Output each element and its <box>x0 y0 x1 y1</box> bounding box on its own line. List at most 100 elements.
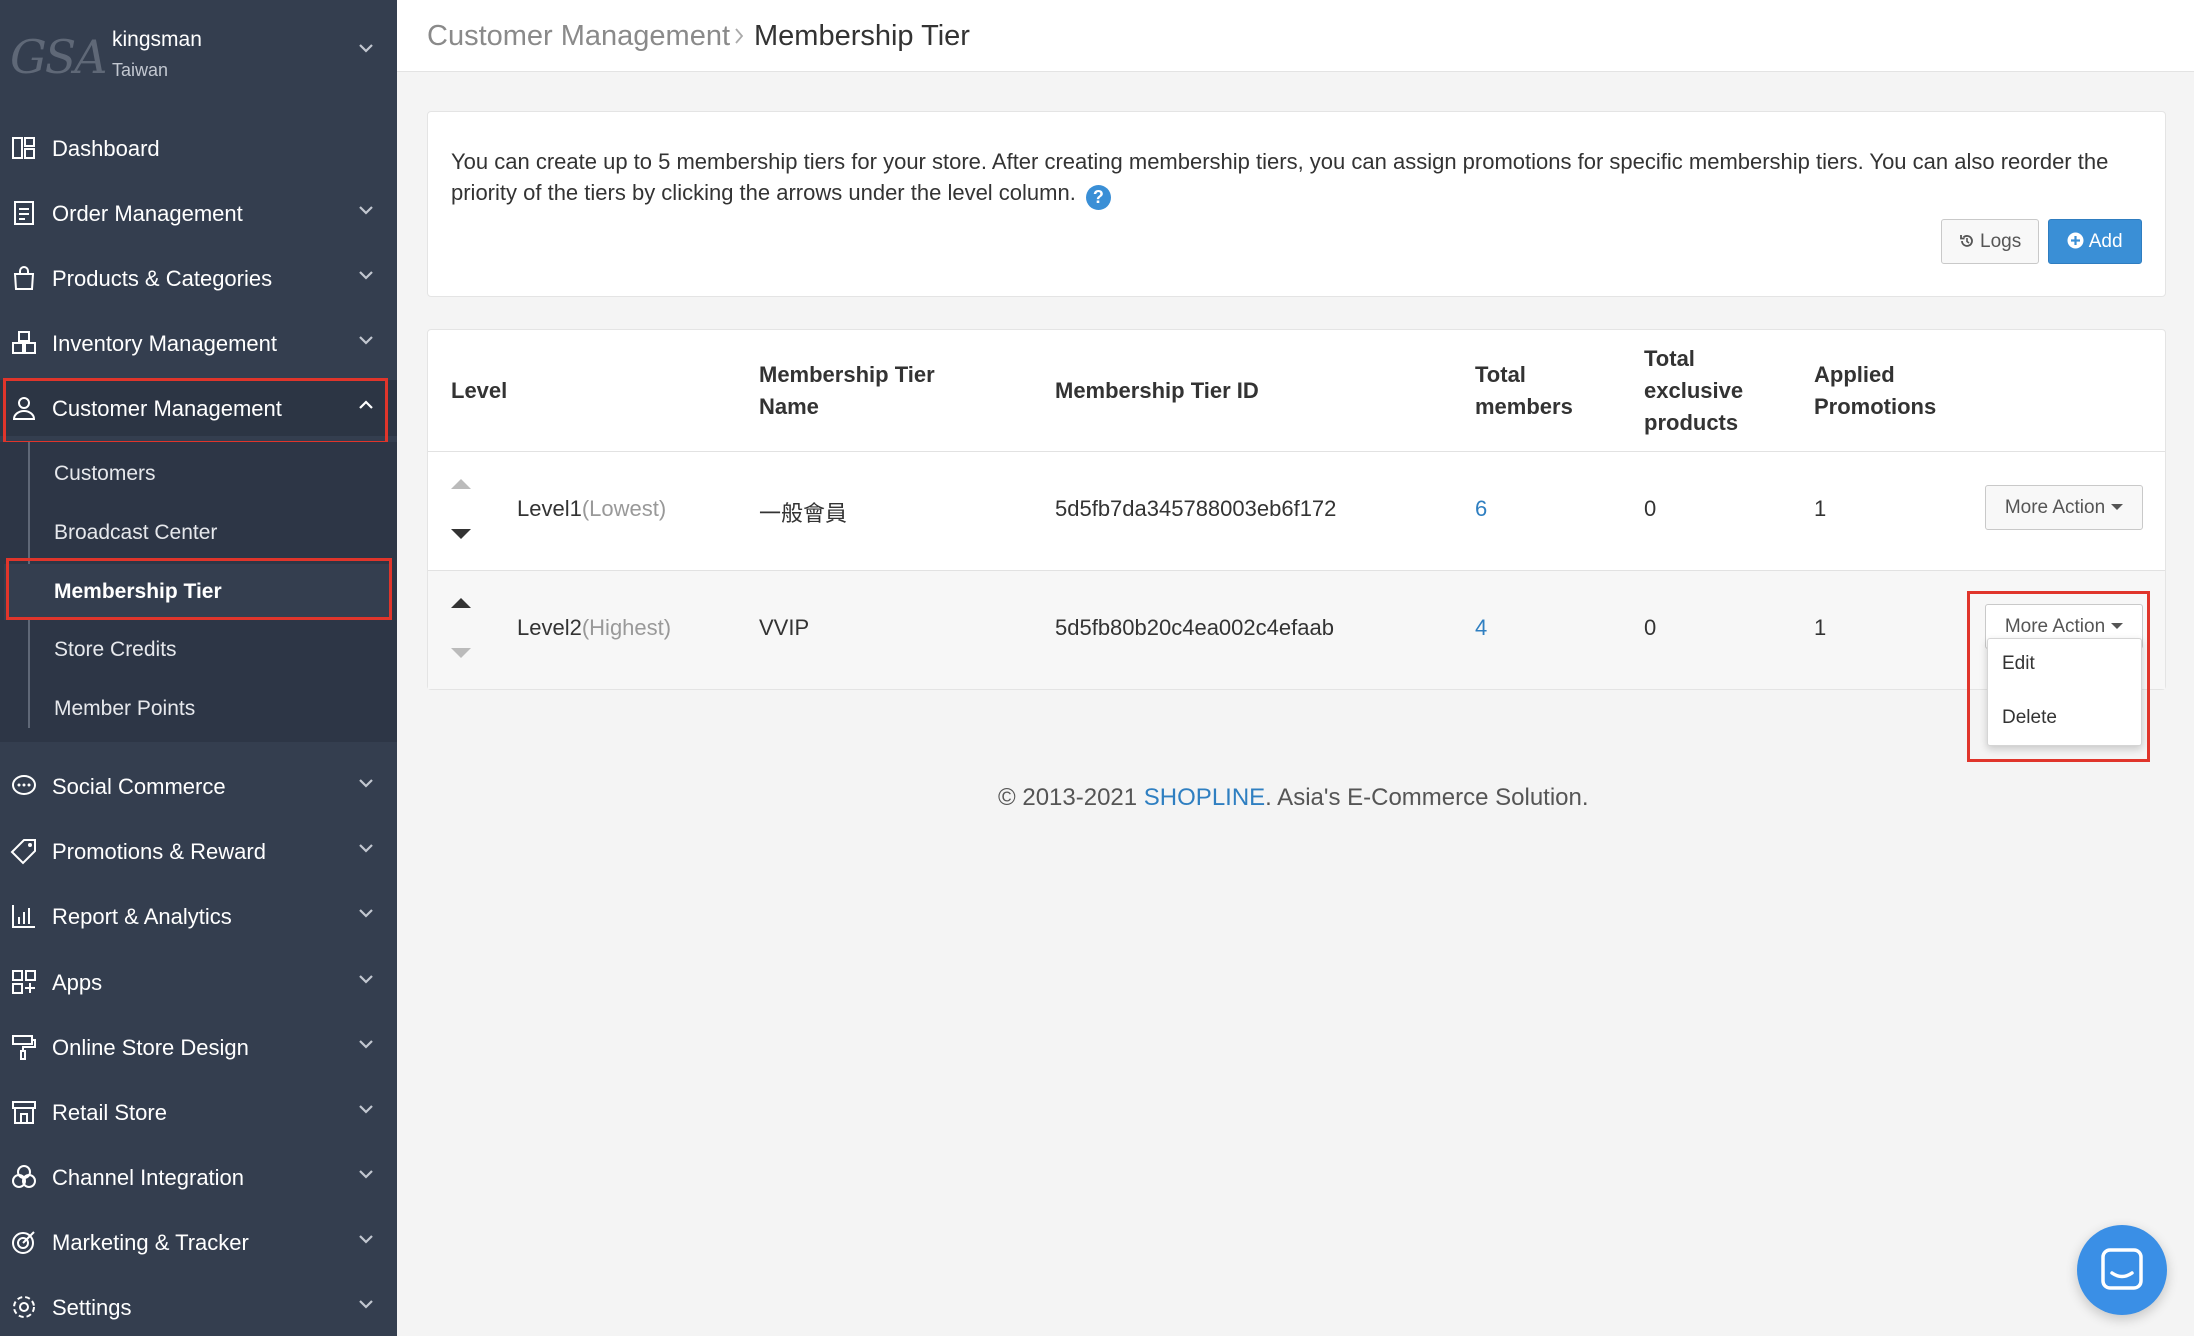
sidebar-item-label: Marketing & Tracker <box>52 1230 249 1255</box>
add-button-label: Add <box>2088 231 2123 252</box>
chevron-down-icon <box>359 1235 373 1244</box>
sidebar-item-label: Products & Categories <box>52 266 273 291</box>
add-button[interactable]: Add <box>2048 219 2142 264</box>
receipt-icon <box>14 201 34 225</box>
header-line: Applied <box>1814 362 1895 387</box>
target-icon <box>12 1231 35 1254</box>
sidebar-item-social-commerce[interactable]: Social Commerce <box>0 758 397 814</box>
apps-grid-icon <box>12 970 36 994</box>
sidebar-subitem-label: Customers <box>54 462 156 485</box>
column-header-level: Level <box>451 378 508 403</box>
sidebar-subitem-label: Membership Tier <box>54 580 222 603</box>
sidebar-item-products[interactable]: Products & Categories <box>0 250 397 306</box>
header-line: Promotions <box>1814 394 1937 419</box>
exclusive-products-cell: 0 <box>1644 615 1657 640</box>
sidebar-subitem-broadcast-center[interactable]: Broadcast Center <box>4 505 392 561</box>
sidebar-item-inventory[interactable]: Inventory Management <box>0 315 397 371</box>
arrow-down-icon[interactable] <box>450 647 472 661</box>
sidebar-subitem-membership-tier[interactable]: Membership Tier <box>4 564 392 620</box>
column-header-id: Membership Tier ID <box>1055 378 1259 403</box>
bar-chart-icon <box>12 905 35 928</box>
total-members-link[interactable]: 6 <box>1475 496 1487 522</box>
level-note: (Highest) <box>581 615 672 640</box>
info-description: You can create up to 5 membership tiers … <box>451 149 2109 205</box>
dropdown-item-delete[interactable]: Delete <box>2002 707 2057 729</box>
arrow-up-icon[interactable] <box>450 595 472 609</box>
sidebar-item-label: Social Commerce <box>52 774 226 799</box>
tier-name-cell: VVIP <box>759 615 810 640</box>
logs-button-label: Logs <box>1980 231 2022 252</box>
shopline-link[interactable]: SHOPLINE <box>1144 784 1265 811</box>
tier-name-cell: 一般會員 <box>759 501 848 526</box>
column-header-exclusive-products: Total exclusive products <box>1644 343 1743 439</box>
chevron-down-icon <box>359 1040 373 1049</box>
store-icon <box>12 1101 36 1124</box>
header-line: Name <box>759 394 819 419</box>
tier-id-cell: 5d5fb7da345788003eb6f172 <box>1055 496 1337 521</box>
sidebar-item-label: Report & Analytics <box>52 904 232 929</box>
sidebar-item-customer-management[interactable]: Customer Management <box>0 380 397 436</box>
sidebar-item-marketing-tracker[interactable]: Marketing & Tracker <box>0 1214 397 1270</box>
plus-circle-icon <box>2067 232 2084 249</box>
sidebar-subitem-customers[interactable]: Customers <box>4 446 392 502</box>
sidebar-subitem-store-credits[interactable]: Store Credits <box>4 622 392 678</box>
sidebar-item-label: Retail Store <box>52 1100 167 1125</box>
chat-launcher-button[interactable] <box>2077 1225 2167 1315</box>
breadcrumb: Customer Management Membership Tier <box>397 0 2194 72</box>
header-line: Total <box>1644 346 1695 371</box>
chevron-down-icon <box>359 271 373 280</box>
sidebar-item-order-management[interactable]: Order Management <box>0 185 397 241</box>
sidebar-item-channel-integration[interactable]: Channel Integration <box>0 1149 397 1205</box>
store-switcher[interactable]: GSA kingsman Taiwan <box>0 0 397 112</box>
page-title: Membership Tier <box>754 20 970 52</box>
sidebar-item-label: Dashboard <box>52 136 160 161</box>
shopping-bag-icon <box>13 266 35 290</box>
sidebar-subitem-label: Store Credits <box>54 638 177 661</box>
sidebar-item-label: Promotions & Reward <box>52 839 266 864</box>
help-icon[interactable]: ? <box>1085 185 1111 210</box>
table-row: Level2(Highest) VVIP 5d5fb80b20c4ea002c4… <box>428 570 2165 689</box>
sidebar-subitem-member-points[interactable]: Member Points <box>4 681 392 737</box>
sidebar-item-apps[interactable]: Apps <box>0 954 397 1010</box>
logs-button[interactable]: Logs <box>1941 219 2039 264</box>
sidebar-item-label: Customer Management <box>52 396 282 421</box>
column-header-members: Total members <box>1475 359 1573 423</box>
applied-promotions-cell: 1 <box>1814 496 1827 521</box>
chevron-down-icon <box>359 909 373 918</box>
chevron-down-icon <box>359 844 373 853</box>
sidebar-item-label: Order Management <box>52 201 243 226</box>
gear-icon <box>13 1296 35 1318</box>
chevron-down-icon <box>359 206 373 215</box>
chat-bubble-icon <box>2101 1248 2143 1290</box>
level-value: Level1 <box>517 496 582 521</box>
dropdown-item-edit[interactable]: Edit <box>2002 653 2035 675</box>
customer-submenu: Customers Broadcast Center Membership Ti… <box>0 442 397 742</box>
more-action-dropdown: Edit Delete <box>1987 638 2142 746</box>
sidebar-item-online-store-design[interactable]: Online Store Design <box>0 1019 397 1075</box>
breadcrumb-parent[interactable]: Customer Management <box>427 20 730 53</box>
sidebar-subitem-label: Member Points <box>54 697 196 720</box>
total-members-link[interactable]: 4 <box>1475 615 1487 641</box>
caret-down-icon <box>2111 623 2124 629</box>
level-note: (Lowest) <box>581 496 667 521</box>
column-header-name: Membership Tier Name <box>759 359 935 423</box>
applied-promotions-cell: 1 <box>1814 615 1827 640</box>
header-line: products <box>1644 410 1739 435</box>
chevron-down-icon <box>359 779 373 788</box>
membership-tier-table: Level Membership Tier Name Membership Ti… <box>427 329 2166 690</box>
header-line: Total <box>1475 362 1526 387</box>
chevron-down-icon <box>359 975 373 984</box>
header-line: Membership Tier <box>759 362 935 387</box>
sidebar-item-dashboard[interactable]: Dashboard <box>0 120 397 176</box>
circles-icon <box>12 1165 36 1188</box>
sidebar-item-report-analytics[interactable]: Report & Analytics <box>0 888 397 944</box>
sidebar-item-promotions[interactable]: Promotions & Reward <box>0 823 397 879</box>
level-cell: Level1(Lowest) <box>517 496 666 522</box>
sidebar-item-settings[interactable]: Settings <box>0 1279 397 1335</box>
more-action-button[interactable]: More Action <box>1985 485 2143 530</box>
sidebar-item-retail-store[interactable]: Retail Store <box>0 1084 397 1140</box>
arrow-up-icon[interactable] <box>450 476 472 490</box>
header-line: exclusive <box>1644 378 1744 403</box>
history-icon <box>1959 235 1973 247</box>
arrow-down-icon[interactable] <box>450 528 472 542</box>
